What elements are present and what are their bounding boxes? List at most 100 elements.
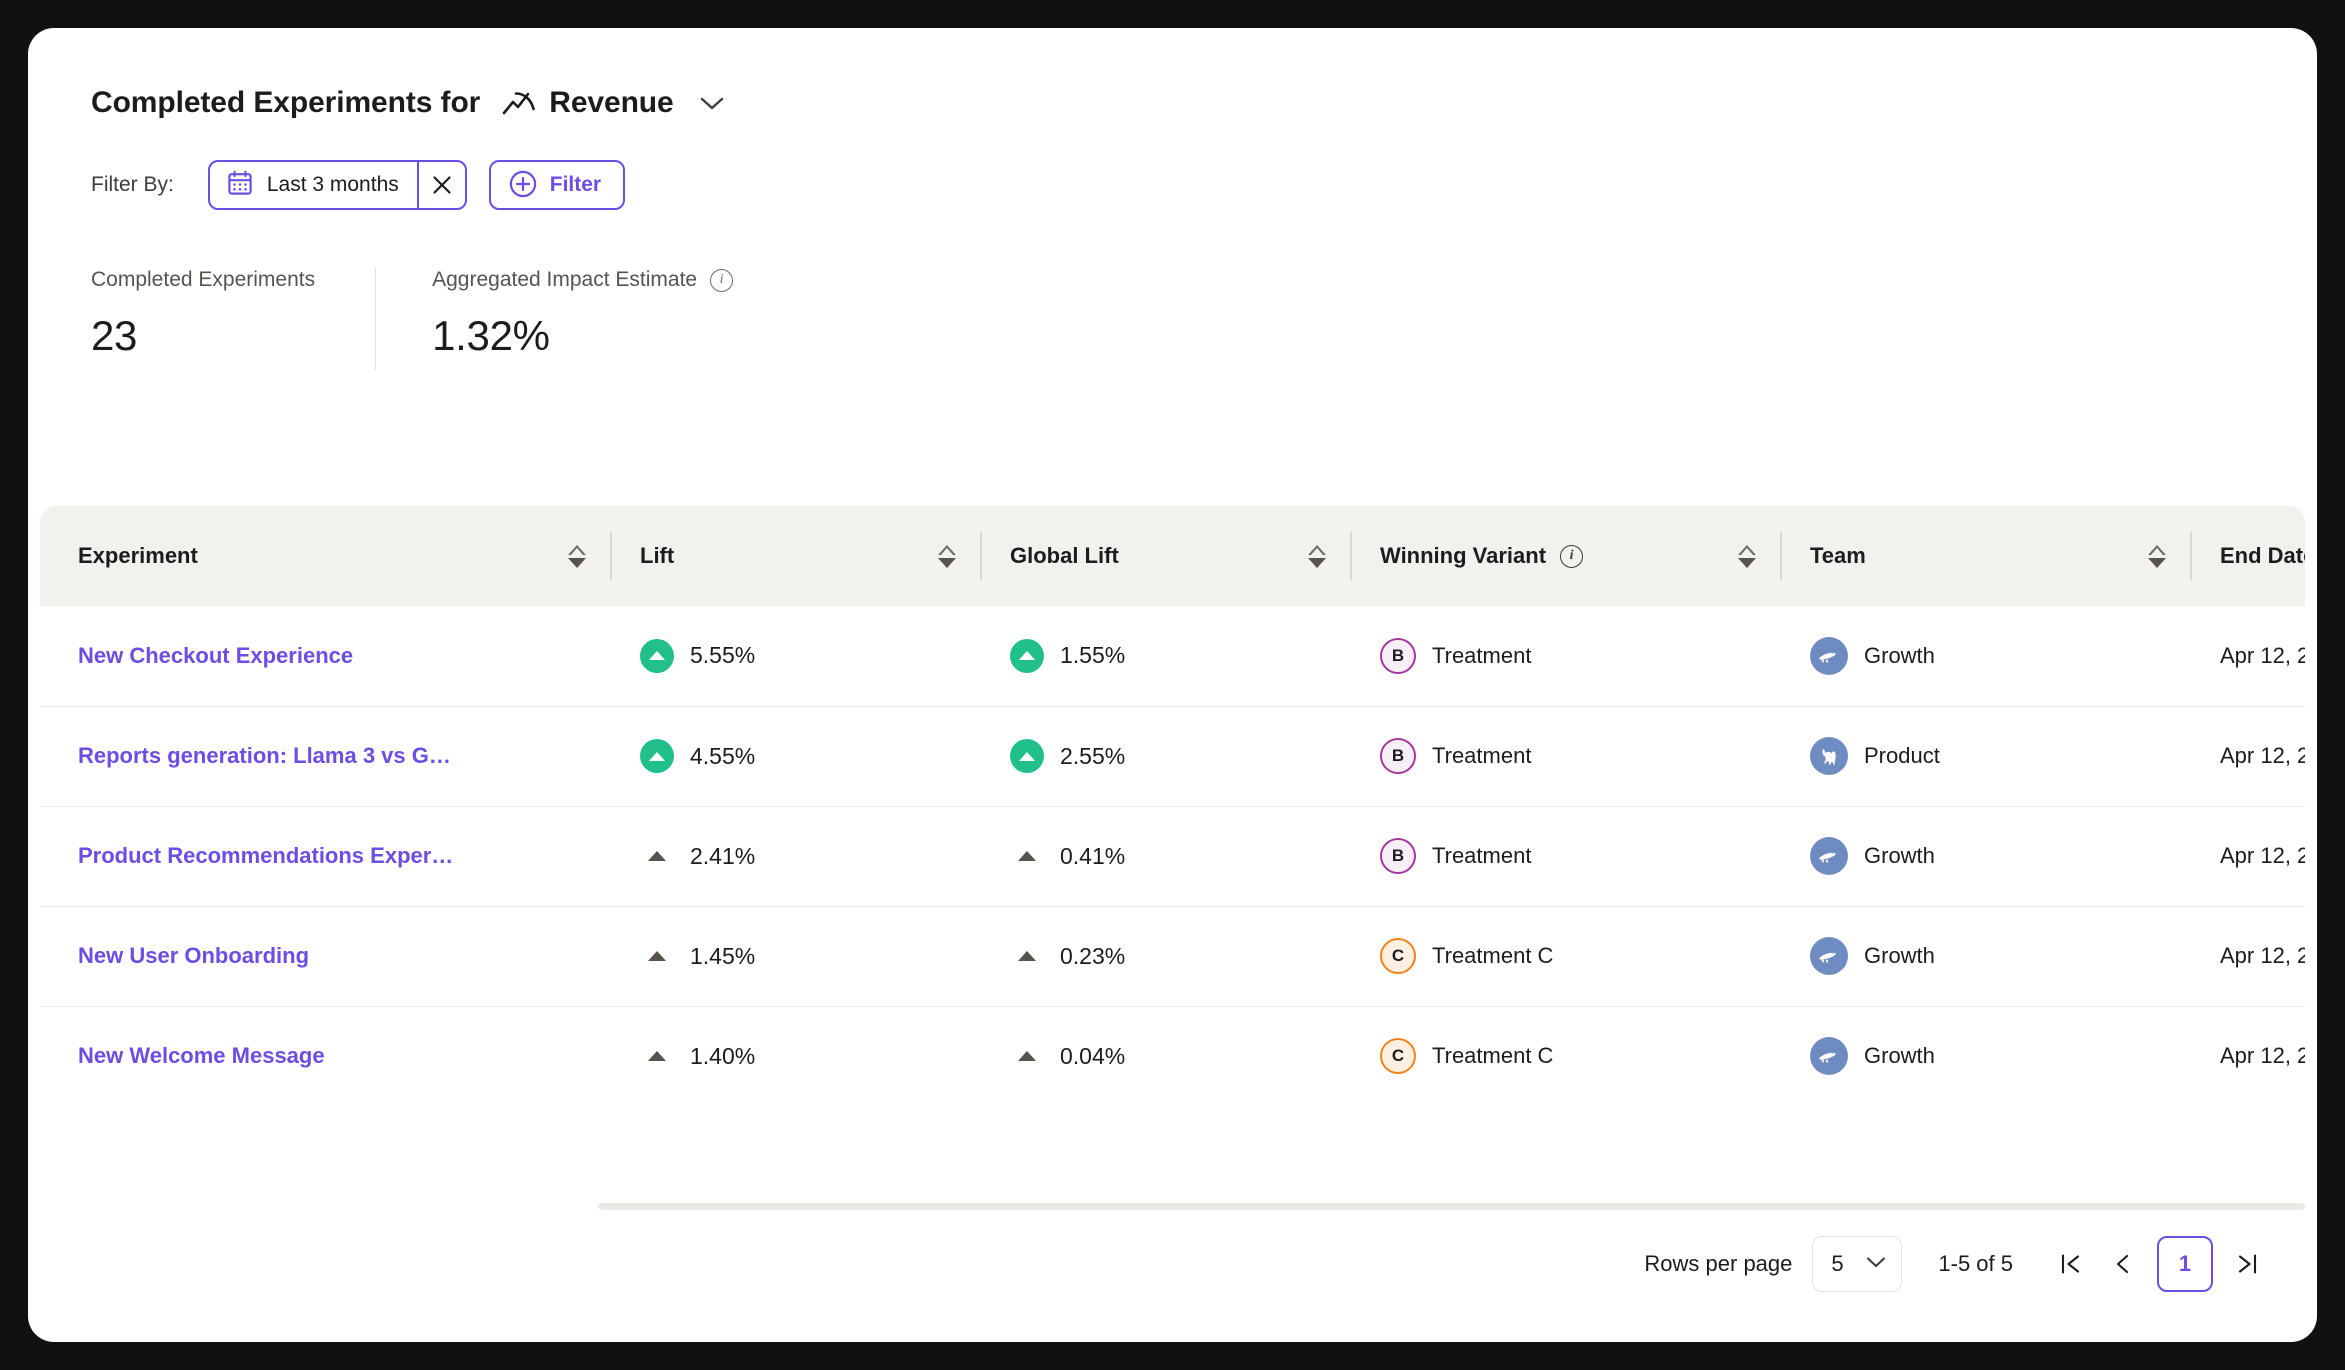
column-header-experiment[interactable]: Experiment <box>40 506 610 606</box>
column-header-global-lift[interactable]: Global Lift <box>980 506 1350 606</box>
lift-up-badge-icon <box>640 638 674 673</box>
crocodile-avatar <box>1810 636 1848 675</box>
variant-label: Treatment C <box>1432 1043 1554 1069</box>
cell-global-lift: 2.55% <box>980 705 1350 806</box>
cell-end-date: Apr 12, 2 <box>2190 1005 2305 1106</box>
table-body: New Checkout Experience 5.55% 1.55% B Treatm… <box>40 606 2305 1106</box>
sort-toggle-lift-icon[interactable] <box>938 544 956 568</box>
cell-winning-variant: B Treatment <box>1350 606 1780 706</box>
date-range-filter-chip[interactable]: Last 3 months <box>207 160 467 210</box>
table-row[interactable]: New Welcome Message 1.40% 0.04% C Treatment … <box>40 1005 2305 1106</box>
variant-badge-c: C <box>1380 1038 1416 1075</box>
stat-value: 1.32% <box>432 312 550 359</box>
crocodile-avatar <box>1810 937 1848 975</box>
lift-up-arrow-icon <box>1010 939 1044 973</box>
column-header-lift[interactable]: Lift <box>610 506 980 606</box>
end-date-value: Apr 12, 2 <box>2220 843 2305 868</box>
previous-page-icon[interactable] <box>2097 1238 2149 1290</box>
sort-toggle-winning-variant-icon[interactable] <box>1738 544 1756 568</box>
info-icon[interactable]: i <box>710 268 734 292</box>
date-range-chip-main[interactable]: Last 3 months <box>210 162 417 208</box>
cell-experiment: New Checkout Experience <box>40 606 610 706</box>
camel-avatar <box>1810 737 1848 775</box>
column-header-end-date[interactable]: End Date <box>2190 506 2305 606</box>
experiments-card: Completed Experiments for Revenue Filter… <box>28 28 2317 1342</box>
experiment-link[interactable]: New User Onboarding <box>78 943 309 968</box>
add-filter-button[interactable]: Filter <box>488 160 626 210</box>
sort-toggle-global-lift-icon[interactable] <box>1308 544 1326 568</box>
column-label: Lift <box>640 543 675 568</box>
experiment-link[interactable]: Reports generation: Llama 3 vs G… <box>78 743 451 768</box>
pagination-range: 1-5 of 5 <box>1938 1251 2013 1276</box>
cell-global-lift: 0.04% <box>980 1005 1350 1106</box>
lift-value: 1.55% <box>1060 642 1126 669</box>
lift-value: 2.41% <box>690 842 756 869</box>
experiments-table: Experiment Lift Global Lift Winning Vari… <box>40 506 2305 1106</box>
cell-lift: 5.55% <box>610 606 980 706</box>
cell-winning-variant: B Treatment <box>1350 705 1780 806</box>
first-page-icon[interactable] <box>2045 1238 2097 1290</box>
experiment-link[interactable]: Product Recommendations Exper… <box>78 843 453 868</box>
rows-per-page-value: 5 <box>1831 1251 1844 1276</box>
cell-global-lift: 0.23% <box>980 905 1350 1006</box>
variant-badge-c: C <box>1380 938 1416 974</box>
cell-experiment: Product Recommendations Exper… <box>40 805 610 906</box>
winning-variant-info-icon[interactable]: i <box>1560 544 1584 568</box>
table-row[interactable]: New Checkout Experience 5.55% 1.55% B Treatm… <box>40 606 2305 706</box>
cell-team: Growth <box>1780 606 2190 706</box>
page-number-1[interactable]: 1 <box>2157 1236 2213 1292</box>
close-icon[interactable] <box>416 162 465 208</box>
trend-metric-icon <box>502 90 536 116</box>
cell-team: Growth <box>1780 805 2190 906</box>
cell-winning-variant: C Treatment C <box>1350 905 1780 1006</box>
variant-badge-b: B <box>1380 637 1416 674</box>
chevron-down-icon <box>1865 1255 1887 1274</box>
team-label: Product <box>1864 743 1940 768</box>
lift-up-arrow-icon <box>640 839 674 873</box>
cell-team: Product <box>1780 705 2190 806</box>
experiment-link[interactable]: New Checkout Experience <box>78 643 353 668</box>
rows-per-page-label: Rows per page <box>1644 1251 1793 1276</box>
last-page-icon[interactable] <box>2221 1238 2273 1290</box>
page-title: Completed Experiments for <box>91 86 481 119</box>
variant-label: Treatment <box>1432 843 1532 868</box>
variant-label: Treatment C <box>1432 943 1554 968</box>
lift-up-arrow-icon <box>640 1039 674 1073</box>
team-label: Growth <box>1864 642 1935 668</box>
variant-badge-b: B <box>1380 738 1416 774</box>
column-label: Experiment <box>78 543 198 568</box>
horizontal-scrollbar[interactable] <box>598 1203 2305 1210</box>
crocodile-avatar <box>1810 1037 1848 1076</box>
table-row[interactable]: Product Recommendations Exper… 2.41% 0.41%… <box>40 805 2305 906</box>
page-header: Completed Experiments for Revenue <box>28 28 2317 120</box>
cell-end-date: Apr 12, 2 <box>2190 805 2305 906</box>
cell-global-lift: 1.55% <box>980 606 1350 706</box>
lift-up-arrow-icon <box>1010 839 1044 873</box>
crocodile-avatar <box>1810 837 1848 875</box>
column-header-winning-variant[interactable]: Winning Variant i <box>1350 506 1780 606</box>
stat-value: 23 <box>91 312 138 359</box>
cell-lift: 1.40% <box>610 1005 980 1106</box>
end-date-value: Apr 12, 2 <box>2220 1043 2305 1069</box>
sort-toggle-team-icon[interactable] <box>2148 544 2166 568</box>
cell-lift: 2.41% <box>610 805 980 906</box>
lift-value: 1.45% <box>690 942 756 969</box>
sort-toggle-experiment-icon[interactable] <box>568 544 586 568</box>
cell-end-date: Apr 12, 2 <box>2190 606 2305 706</box>
column-header-team[interactable]: Team <box>1780 506 2190 606</box>
date-range-chip-label: Last 3 months <box>266 173 399 196</box>
variant-label: Treatment <box>1432 743 1532 768</box>
chevron-down-icon[interactable] <box>699 95 725 111</box>
table-row[interactable]: Reports generation: Llama 3 vs G… 4.55% 2.… <box>40 705 2305 806</box>
lift-value: 2.55% <box>1060 742 1126 769</box>
cell-global-lift: 0.41% <box>980 805 1350 906</box>
stat-completed-experiments: Completed Experiments 23 <box>91 268 375 370</box>
metric-selector[interactable]: Revenue <box>502 86 724 120</box>
filter-by-label: Filter By: <box>91 173 174 196</box>
experiment-link[interactable]: New Welcome Message <box>78 1043 325 1068</box>
lift-value: 4.55% <box>690 742 756 769</box>
experiments-table-container[interactable]: Experiment Lift Global Lift Winning Vari… <box>40 506 2305 1208</box>
table-row[interactable]: New User Onboarding 1.45% 0.23% C Treatment … <box>40 905 2305 1006</box>
rows-per-page-select[interactable]: 5 <box>1812 1236 1903 1292</box>
filter-bar: Filter By: Last 3 months Filter <box>28 120 2317 210</box>
